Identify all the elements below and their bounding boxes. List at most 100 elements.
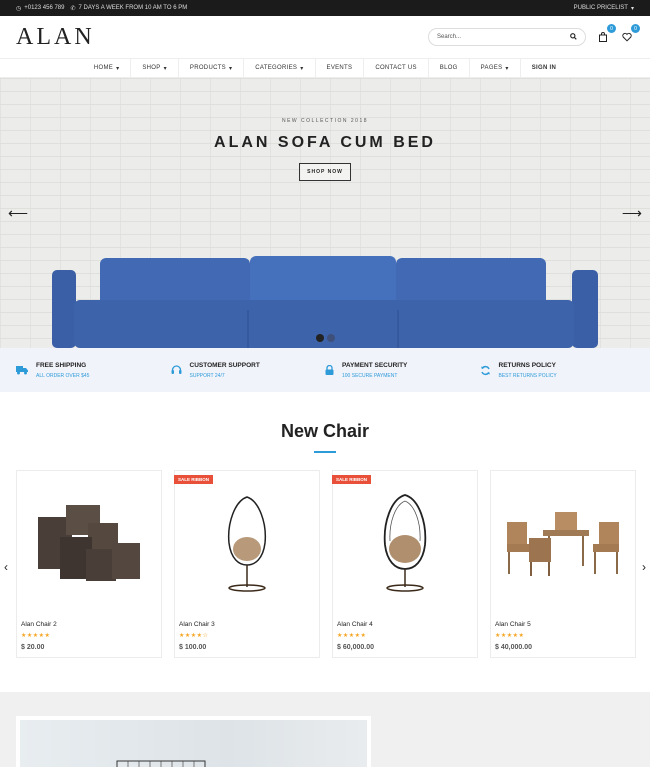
shopping-bag-icon — [599, 32, 607, 42]
product-image[interactable] — [17, 471, 161, 615]
product-price: $ 60,000.00 — [337, 644, 374, 651]
planter-set-image — [38, 505, 140, 581]
nav-item-contact[interactable]: CONTACT US — [364, 59, 429, 77]
nav-label: EVENTS — [326, 65, 353, 71]
nav-item-products[interactable]: PRODUCTS ▾ — [179, 59, 245, 77]
dining-set-image — [507, 512, 619, 576]
feature-returns-policy: RETURNS POLICY BEST RETURNS POLICY — [480, 362, 635, 379]
nav-label: HOME — [93, 65, 114, 71]
feature-payment-security: PAYMENT SECURITY 100 SECURE PAYMENT — [325, 362, 480, 379]
features-bar: FREE SHIPPING ALL ORDER OVER $45 CUSTOME… — [0, 348, 650, 392]
hero-caption: NEW COLLECTION 2018 ALAN SOFA CUM BED SH… — [0, 118, 650, 181]
banner-photo — [20, 720, 367, 767]
product-image[interactable] — [175, 471, 319, 615]
nav-label: CONTACT US — [375, 65, 417, 71]
wishlist-count-badge: 0 — [631, 24, 640, 33]
phone-icon: ✆ — [70, 5, 76, 12]
product-name[interactable]: Alan Chair 5 — [491, 615, 635, 628]
phone-text: +0123 456 789 — [24, 5, 65, 11]
rating-stars: ★★★★★ — [21, 633, 51, 639]
feature-title: CUSTOMER SUPPORT — [189, 361, 260, 369]
feature-subtitle: BEST RETURNS POLICY — [498, 372, 557, 379]
caret-down-icon: ▾ — [116, 65, 120, 72]
top-bar: ◷ +0123 456 789 ✆ 7 DAYS A WEEK FROM 10 … — [0, 0, 650, 16]
product-card[interactable]: Alan Chair 5 ★★★★★ $ 40,000.00 — [490, 470, 636, 658]
nav-label: SIGN IN — [531, 65, 557, 71]
carousel-prev-icon[interactable]: ‹ — [4, 560, 8, 574]
section-title: New Chair — [280, 421, 370, 441]
cart-count-badge: 0 — [607, 24, 616, 33]
heart-icon — [622, 32, 632, 42]
headset-icon — [171, 365, 181, 374]
product-name[interactable]: Alan Chair 4 — [333, 615, 477, 628]
hours-info: ✆ 7 DAYS A WEEK FROM 10 AM TO 6 PM — [70, 5, 187, 12]
site-logo[interactable]: ALAN — [16, 24, 95, 51]
search-icon[interactable] — [570, 32, 577, 42]
product-image[interactable] — [333, 471, 477, 615]
arrow-left-icon[interactable]: ⟵ — [8, 205, 28, 222]
hours-text: 7 DAYS A WEEK FROM 10 AM TO 6 PM — [78, 5, 188, 11]
slider-dot-active[interactable] — [315, 334, 324, 342]
feature-title: PAYMENT SECURITY — [342, 361, 408, 369]
product-image[interactable] — [491, 471, 635, 615]
caret-down-icon: ▾ — [163, 65, 167, 72]
wire-shelf-image — [116, 760, 206, 767]
nav-item-pages[interactable]: PAGES ▾ — [470, 59, 521, 77]
nav-label: SHOP — [142, 65, 161, 71]
clock-icon: ◷ — [16, 5, 22, 12]
banner-image[interactable] — [16, 716, 371, 767]
product-name[interactable]: Alan Chair 2 — [17, 615, 161, 628]
rating-stars: ★★★★★ — [495, 633, 525, 639]
nav-label: PAGES — [480, 65, 503, 71]
egg-chair-image — [383, 494, 427, 592]
hero-slider: NEW COLLECTION 2018 ALAN SOFA CUM BED SH… — [0, 78, 650, 348]
nav-item-sign-in[interactable]: SIGN IN — [521, 59, 567, 77]
search-placeholder: Search... — [437, 34, 462, 40]
banner-section — [0, 692, 650, 767]
nav-item-home[interactable]: HOME ▾ — [83, 59, 132, 77]
rating-stars: ★★★★★ — [337, 633, 367, 639]
slider-dots — [0, 334, 650, 342]
site-header: ALAN Search... 0 0 — [0, 16, 650, 58]
product-name[interactable]: Alan Chair 3 — [175, 615, 319, 628]
feature-title: FREE SHIPPING — [36, 361, 87, 369]
feature-subtitle: 100 SECURE PAYMENT — [342, 372, 398, 379]
product-card[interactable]: SALE RIBBON Alan Chair 4 ★★★★★ $ 60,000.… — [332, 470, 478, 658]
nav-item-shop[interactable]: SHOP ▾ — [131, 59, 179, 77]
caret-down-icon: ▾ — [630, 5, 634, 12]
feature-subtitle: SUPPORT 24/7 — [189, 372, 225, 379]
wishlist-button[interactable]: 0 — [620, 24, 640, 44]
product-carousel: ‹ › Alan Chair 2 ★★★★★ $ 20.00 SALE RIBB… — [0, 470, 650, 660]
hero-subtitle: NEW COLLECTION 2018 — [281, 118, 369, 124]
nav-item-categories[interactable]: CATEGORIES ▾ — [244, 59, 316, 77]
pricelist-label: PUBLIC PRICELIST — [573, 5, 628, 11]
slider-dot[interactable] — [326, 334, 335, 342]
shop-now-button[interactable]: SHOP NOW — [299, 163, 351, 181]
sale-ribbon: SALE RIBBON — [332, 475, 372, 484]
phone-info: ◷ +0123 456 789 — [16, 5, 64, 12]
main-nav: HOME ▾ SHOP ▾ PRODUCTS ▾ CATEGORIES ▾ EVENTS… — [0, 58, 650, 78]
rating-stars: ★★★★☆ — [179, 633, 209, 639]
hanging-chair-image — [227, 496, 267, 592]
truck-icon — [16, 366, 28, 375]
feature-customer-support: CUSTOMER SUPPORT SUPPORT 24/7 — [171, 362, 326, 379]
nav-item-blog[interactable]: BLOG — [429, 59, 470, 77]
nav-label: PRODUCTS — [189, 65, 226, 71]
nav-item-events[interactable]: EVENTS — [316, 59, 365, 77]
product-card[interactable]: SALE RIBBON Alan Chair 3 ★★★★☆ $ 100.00 — [174, 470, 320, 658]
product-price: $ 40,000.00 — [495, 644, 532, 651]
caret-down-icon: ▾ — [228, 65, 233, 72]
carousel-next-icon[interactable]: › — [642, 560, 646, 574]
feature-subtitle: ALL ORDER OVER $45 — [36, 372, 90, 379]
product-price: $ 20.00 — [21, 644, 45, 651]
refresh-icon — [480, 365, 490, 375]
product-card[interactable]: Alan Chair 2 ★★★★★ $ 20.00 — [16, 470, 162, 658]
arrow-right-icon[interactable]: ⟶ — [622, 205, 642, 222]
nav-label: CATEGORIES — [255, 65, 298, 71]
pricelist-dropdown[interactable]: PUBLIC PRICELIST ▾ — [574, 5, 634, 12]
cart-button[interactable]: 0 — [596, 24, 616, 44]
lock-icon — [325, 365, 334, 375]
sale-ribbon: SALE RIBBON — [174, 475, 214, 484]
nav-label: BLOG — [439, 65, 458, 71]
search-input[interactable]: Search... — [428, 28, 586, 46]
